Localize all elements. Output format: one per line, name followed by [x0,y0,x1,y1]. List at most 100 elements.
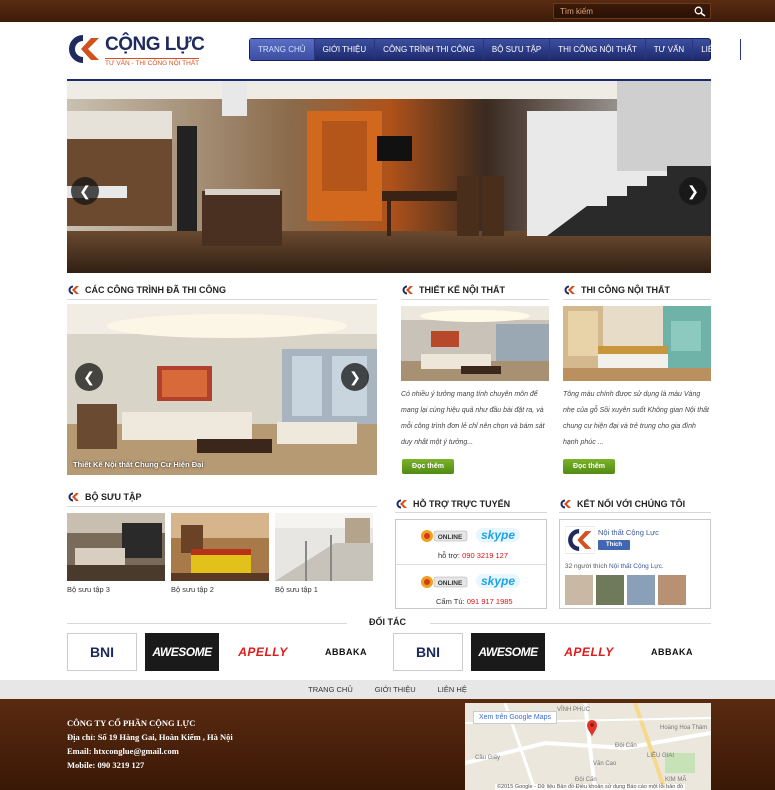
projects-slider: ❮ ❯ Thiết Kế Nội thất Chung Cư Hiện Đại [67,304,377,475]
map-label: Đội Cấn [615,743,637,749]
like-count-text: 32 người thích [565,563,608,570]
collection-photo [67,513,165,581]
brand-icon [68,492,79,502]
collection-2-label[interactable]: Bộ sưu tập 2 [171,585,214,594]
construction-image[interactable] [563,306,711,381]
hero-image [67,81,711,273]
partner-logo-awesome[interactable]: AWESOME [471,633,545,671]
collection-3-label[interactable]: Bộ sưu tập 3 [67,585,110,594]
map-label: Hoàng Hoa Thám [660,725,708,731]
partner-logo-bni[interactable]: BNI [67,633,137,671]
slider-next-icon[interactable]: ❯ [341,363,369,391]
collection-1-label[interactable]: Bộ sưu tập 1 [275,585,318,594]
divider [395,512,547,513]
main-nav: TRANG CHỦ GIỚI THIỆU CÔNG TRÌNH THI CÔNG… [249,38,742,61]
map-label: VĨNH PHÚC [557,707,591,713]
logo[interactable]: CỘNG LỰC TƯ VẤN - THI CÔNG NỘI THẤT [67,33,205,69]
hero-slider: ❮ ❯ [67,79,711,273]
skype-icon[interactable]: skype [476,528,521,542]
footer-nav-home[interactable]: TRANG CHỦ [308,685,353,694]
partner-logo-bni[interactable]: BNI [393,633,463,671]
search-icon[interactable] [694,6,706,17]
section-collection-title: BỘ SƯU TẬP [67,492,141,502]
facebook-widget: Nội thất Cộng Lực Thích 32 người thích N… [559,519,711,609]
online-status-text: ONLINE [438,534,463,541]
google-map[interactable]: Xem trên Google Maps VĨNH PHÚC Hoàng Hoa… [465,703,711,790]
footer-nav-contact[interactable]: LIÊN HỆ [438,685,467,694]
collection-2-image[interactable] [171,513,269,581]
section-label: HỖ TRỢ TRỰC TUYẾN [413,499,511,509]
fan-avatar[interactable] [565,575,593,605]
section-design-title: THIẾT KẾ NỘI THẤT [401,285,505,295]
partner-logo-apelly[interactable]: APELLY [554,633,624,671]
support-phone[interactable]: 090 3219 127 [462,551,508,560]
facebook-like-button[interactable]: Thích [598,540,630,550]
collection-photo [171,513,269,581]
nav-home[interactable]: TRANG CHỦ [250,39,315,60]
collection-photo [275,513,373,581]
map-label: KIM MÃ [665,777,687,783]
partners-title: ĐỐI TÁC [369,617,406,627]
map-label: Cầu Giấy [475,755,501,761]
brand-icon [564,285,575,295]
map-label: LIỄU GIAI [647,753,675,759]
online-status-badge[interactable]: ONLINE [420,529,468,543]
divider [67,623,347,624]
partner-logo-abbaka[interactable]: ABBAKA [311,633,381,671]
construction-read-more-button[interactable]: Đọc thêm [563,459,615,474]
company-address: Địa chỉ: Số 19 Hàng Gai, Hoàn Kiếm , Hà … [67,732,233,742]
skype-icon[interactable]: skype [476,574,521,588]
fan-avatar[interactable] [658,575,686,605]
section-completed-title: CÁC CÔNG TRÌNH ĐÃ THI CÔNG [67,285,226,295]
design-read-more-button[interactable]: Đọc thêm [402,459,454,474]
support-label: hỗ trợ: [438,551,461,560]
support-label: Cẩm Tú: [436,597,465,606]
section-label: KẾT NỐI VỚI CHÚNG TÔI [577,499,686,509]
design-image[interactable] [401,306,549,381]
footer: CÔNG TY CỔ PHẦN CỘNG LỰC Địa chỉ: Số 19 … [0,699,775,790]
map-attribution: ©2015 Google - Dữ liệu Bản đồ Điều khoản… [495,784,686,790]
support-contact-1: hỗ trợ: 090 3219 127 [438,551,508,560]
partner-logo-abbaka[interactable]: ABBAKA [637,633,707,671]
hero-prev-icon[interactable]: ❮ [71,177,99,205]
footer-nav-about[interactable]: GIỚI THIỆU [375,685,416,694]
hero-next-icon[interactable]: ❯ [679,177,707,205]
fan-avatar[interactable] [627,575,655,605]
facebook-like-label: Thích [606,542,622,548]
nav-contact[interactable]: LIÊN HỆ [693,39,742,60]
divider [396,564,546,565]
divider [559,512,711,513]
footer-nav: TRANG CHỦ GIỚI THIỆU LIÊN HỆ [0,680,775,699]
collection-1-image[interactable] [275,513,373,581]
company-name: CÔNG TY CỔ PHẦN CỘNG LỰC [67,718,196,728]
section-connect-title: KẾT NỐI VỚI CHÚNG TÔI [559,499,685,509]
map-label: Đội Cấn [575,777,597,783]
collection-3-image[interactable] [67,513,165,581]
nav-collection[interactable]: BỘ SƯU TẬP [484,39,551,60]
facebook-like-count: 32 người thích Nội thất Cộng Lực. [565,563,664,570]
nav-construction[interactable]: THI CÔNG NỘI THẤT [550,39,646,60]
facebook-page-name[interactable]: Nội thất Cộng Lực [598,528,659,537]
design-description: Có nhiều ý tưởng mang tính chuyên môn để… [401,391,545,446]
logo-tagline: TƯ VẤN - THI CÔNG NỘI THẤT [105,58,200,67]
fan-avatar[interactable] [596,575,624,605]
divider [430,623,711,624]
partner-logo-awesome[interactable]: AWESOME [145,633,219,671]
online-status-badge[interactable]: ONLINE [420,575,468,589]
search-input[interactable] [560,5,688,18]
nav-consulting[interactable]: TƯ VẤN [646,39,694,60]
view-on-google-maps-link[interactable]: Xem trên Google Maps [473,711,557,724]
section-label: CÁC CÔNG TRÌNH ĐÃ THI CÔNG [85,285,226,295]
partner-logo-apelly[interactable]: APELLY [228,633,298,671]
brand-icon [68,285,79,295]
logo-name: CỘNG LỰC [105,34,205,55]
facebook-page-avatar[interactable] [565,526,595,554]
support-phone[interactable]: 091 917 1985 [467,597,513,606]
company-mobile: Mobile: 090 3219 127 [67,760,145,770]
nav-about[interactable]: GIỚI THIỆU [315,39,376,60]
section-label: THI CÔNG NỘI THẤT [581,285,670,295]
slider-prev-icon[interactable]: ❮ [75,363,103,391]
like-count-link[interactable]: Nội thất Cộng Lực. [609,563,664,570]
nav-projects[interactable]: CÔNG TRÌNH THI CÔNG [375,39,484,60]
online-support-box: ONLINE skype hỗ trợ: 090 3219 127 ONLINE… [395,519,547,609]
